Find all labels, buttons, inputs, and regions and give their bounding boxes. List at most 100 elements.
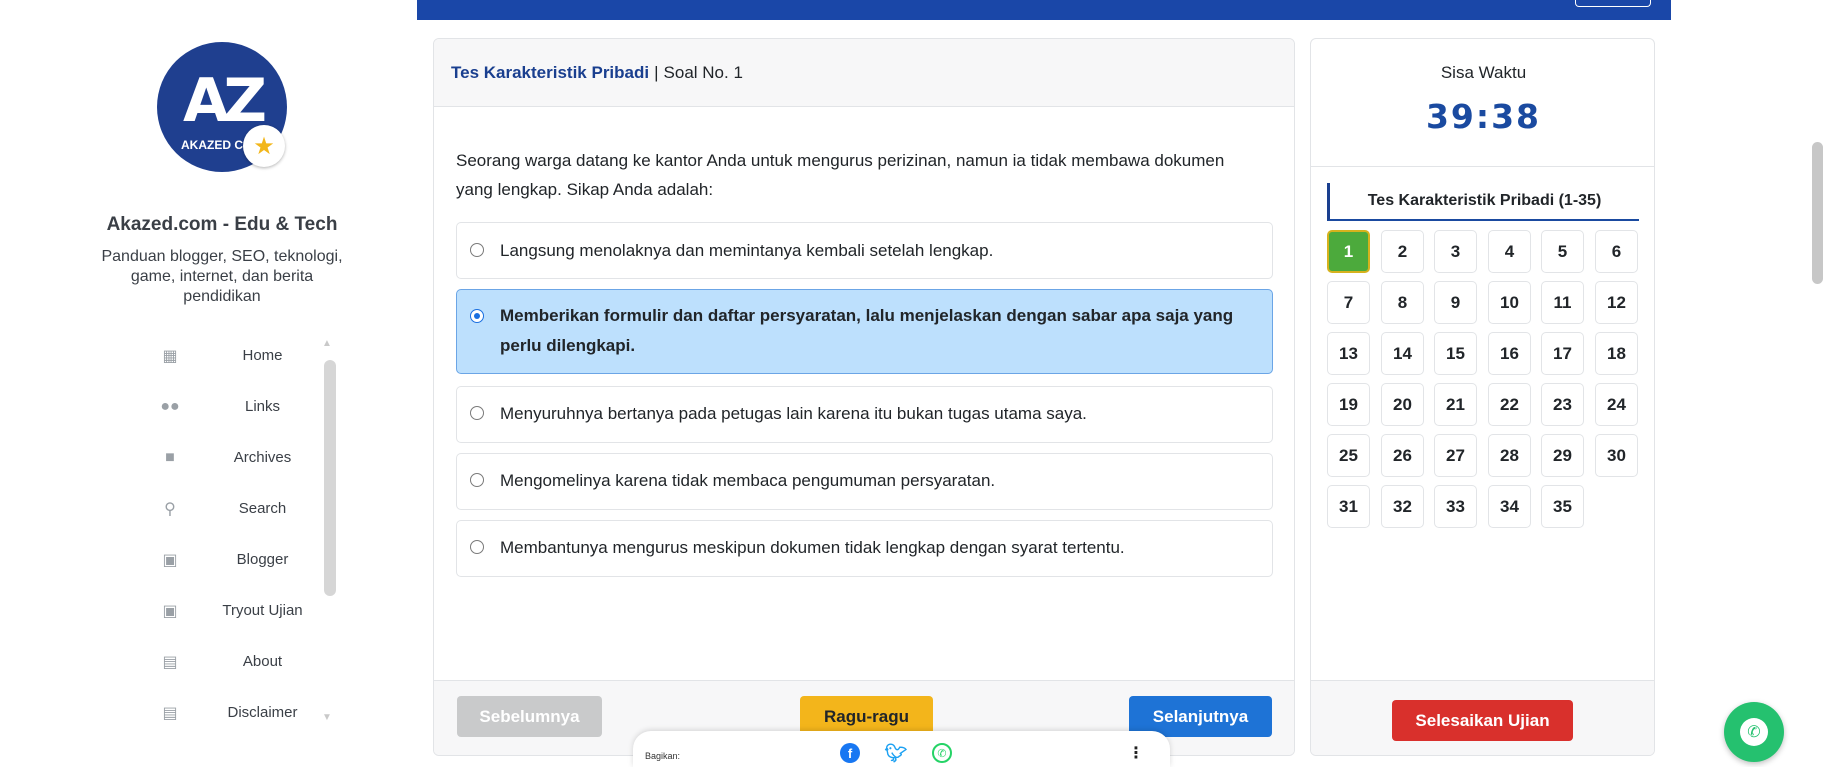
train-icon: ▣ <box>162 551 178 569</box>
question-number-button[interactable]: 35 <box>1541 485 1584 528</box>
header-separator: | <box>654 62 659 82</box>
answer-option-a[interactable]: Langsung menolaknya dan memintanya kemba… <box>456 222 1273 279</box>
sidebar-item-label: Archives <box>233 449 292 466</box>
option-radio[interactable] <box>470 540 484 554</box>
question-card: Tes Karakteristik Pribadi | Soal No. 1 S… <box>433 38 1295 756</box>
menu-scroll-down-icon[interactable]: ▼ <box>322 712 332 723</box>
question-number-button[interactable]: 7 <box>1327 281 1370 324</box>
question-number-button[interactable]: 12 <box>1595 281 1638 324</box>
question-number-button[interactable]: 27 <box>1434 434 1477 477</box>
sidebar-item-label: Home <box>242 347 283 364</box>
home-icon: ▦ <box>162 347 178 365</box>
sidebar-item-label: Blogger <box>236 551 289 568</box>
question-number-button[interactable]: 29 <box>1541 434 1584 477</box>
question-number-button[interactable]: 21 <box>1434 383 1477 426</box>
question-number-button[interactable]: 16 <box>1488 332 1531 375</box>
question-number-button[interactable]: 4 <box>1488 230 1531 273</box>
question-number-button[interactable]: 19 <box>1327 383 1370 426</box>
site-description: Panduan blogger, SEO, teknologi, game, i… <box>101 248 343 305</box>
previous-button[interactable]: Sebelumnya <box>457 696 602 737</box>
option-text: Mengomelinya karena tidak membaca pengum… <box>500 471 996 490</box>
sidebar-item-label: Disclaimer <box>227 704 298 721</box>
option-radio[interactable] <box>470 243 484 257</box>
option-text: Membantunya mengurus meskipun dokumen ti… <box>500 538 1125 557</box>
share-bar: Bagikan: f 🐦︎ ✆ ⋮ <box>633 731 1170 767</box>
option-radio[interactable] <box>470 309 484 323</box>
floating-whatsapp-button[interactable]: ✆ <box>1724 702 1784 762</box>
question-number-button[interactable]: 17 <box>1541 332 1584 375</box>
question-number-button[interactable]: 33 <box>1434 485 1477 528</box>
sidebar-menu: ▦ Home ●● Links ■ Archives ⚲ Search ▣ Bl… <box>140 330 340 738</box>
option-radio[interactable] <box>470 406 484 420</box>
sidebar-item-tryout-ujian[interactable]: ▣ Tryout Ujian <box>140 585 340 636</box>
page-scrollbar[interactable] <box>1812 142 1823 284</box>
timer-footer: Selesaikan Ujian <box>1311 680 1654 755</box>
users-icon: ●● <box>160 397 180 415</box>
answer-option-d[interactable]: Mengomelinya karena tidak membaca pengum… <box>456 453 1273 510</box>
sidebar-item-about[interactable]: ▤ About <box>140 636 340 687</box>
question-number-button[interactable]: 1 <box>1327 230 1370 273</box>
menu-scrollbar[interactable] <box>324 360 336 596</box>
option-text: Langsung menolaknya dan memintanya kemba… <box>500 241 994 260</box>
question-number-button[interactable]: 2 <box>1381 230 1424 273</box>
question-number-button[interactable]: 18 <box>1595 332 1638 375</box>
site-title[interactable]: Akazed.com - Edu & Tech <box>0 214 444 236</box>
question-number-button[interactable]: 20 <box>1381 383 1424 426</box>
search-icon: ⚲ <box>164 500 176 518</box>
header-button[interactable] <box>1575 0 1651 7</box>
facebook-icon[interactable]: f <box>840 743 860 763</box>
id-card-icon: ▤ <box>162 704 178 722</box>
timer-value: 39:38 <box>1425 97 1542 136</box>
answer-option-e[interactable]: Membantunya mengurus meskipun dokumen ti… <box>456 520 1273 577</box>
sidebar-item-home[interactable]: ▦ Home <box>140 330 340 381</box>
question-number-button[interactable]: 26 <box>1381 434 1424 477</box>
sidebar-item-links[interactable]: ●● Links <box>140 381 340 432</box>
question-number-button[interactable]: 3 <box>1434 230 1477 273</box>
timer-label: Sisa Waktu <box>1440 63 1527 82</box>
question-number-button[interactable]: 31 <box>1327 485 1370 528</box>
question-number-button[interactable]: 34 <box>1488 485 1531 528</box>
question-number-button[interactable]: 32 <box>1381 485 1424 528</box>
exam-header-bar <box>417 0 1671 20</box>
question-number-button[interactable]: 24 <box>1595 383 1638 426</box>
question-number-button[interactable]: 25 <box>1327 434 1370 477</box>
answer-option-c[interactable]: Menyuruhnya bertanya pada petugas lain k… <box>456 386 1273 443</box>
question-number-button[interactable]: 22 <box>1488 383 1531 426</box>
section-name: Tes Karakteristik Pribadi <box>451 62 650 82</box>
twitter-icon[interactable]: 🐦︎ <box>885 743 908 763</box>
sidebar-item-disclaimer[interactable]: ▤ Disclaimer <box>140 687 340 738</box>
question-number-button[interactable]: 10 <box>1488 281 1531 324</box>
folder-icon: ■ <box>165 448 175 466</box>
question-number-button[interactable]: 15 <box>1434 332 1477 375</box>
option-text: Memberikan formulir dan daftar persyarat… <box>500 306 1234 355</box>
question-number-button[interactable]: 14 <box>1381 332 1424 375</box>
phone-icon: ✆ <box>1740 718 1768 746</box>
question-text: Seorang warga datang ke kantor Anda untu… <box>456 151 1225 199</box>
question-number-button[interactable]: 8 <box>1381 281 1424 324</box>
whatsapp-icon[interactable]: ✆ <box>932 743 952 763</box>
share-label: Bagikan: <box>645 751 681 761</box>
question-number-button[interactable]: 5 <box>1541 230 1584 273</box>
sidebar-item-label: Links <box>244 398 281 415</box>
sidebar: AZ AKAZED C ★ Akazed.com - Edu & Tech Pa… <box>0 0 380 767</box>
question-header: Tes Karakteristik Pribadi | Soal No. 1 <box>434 39 1294 107</box>
question-number-button[interactable]: 9 <box>1434 281 1477 324</box>
sidebar-item-blogger[interactable]: ▣ Blogger <box>140 534 340 585</box>
question-number-button[interactable]: 6 <box>1595 230 1638 273</box>
option-radio[interactable] <box>470 473 484 487</box>
question-number-button[interactable]: 23 <box>1541 383 1584 426</box>
more-vertical-icon[interactable]: ⋮ <box>1128 743 1144 763</box>
question-number-button[interactable]: 30 <box>1595 434 1638 477</box>
question-number-button[interactable]: 13 <box>1327 332 1370 375</box>
train-icon: ▣ <box>162 602 178 620</box>
timer-card: Sisa Waktu 39:38 Tes Karakteristik Priba… <box>1310 38 1655 756</box>
question-number-button[interactable]: 11 <box>1541 281 1584 324</box>
sidebar-item-archives[interactable]: ■ Archives <box>140 432 340 483</box>
question-number-button[interactable]: 28 <box>1488 434 1531 477</box>
answer-option-b[interactable]: Memberikan formulir dan daftar persyarat… <box>456 289 1273 374</box>
sidebar-item-search[interactable]: ⚲ Search <box>140 483 340 534</box>
divider <box>1311 166 1654 167</box>
logo-caption: AKAZED C <box>181 138 243 152</box>
finish-exam-button[interactable]: Selesaikan Ujian <box>1392 700 1573 741</box>
star-icon: ★ <box>243 125 285 167</box>
